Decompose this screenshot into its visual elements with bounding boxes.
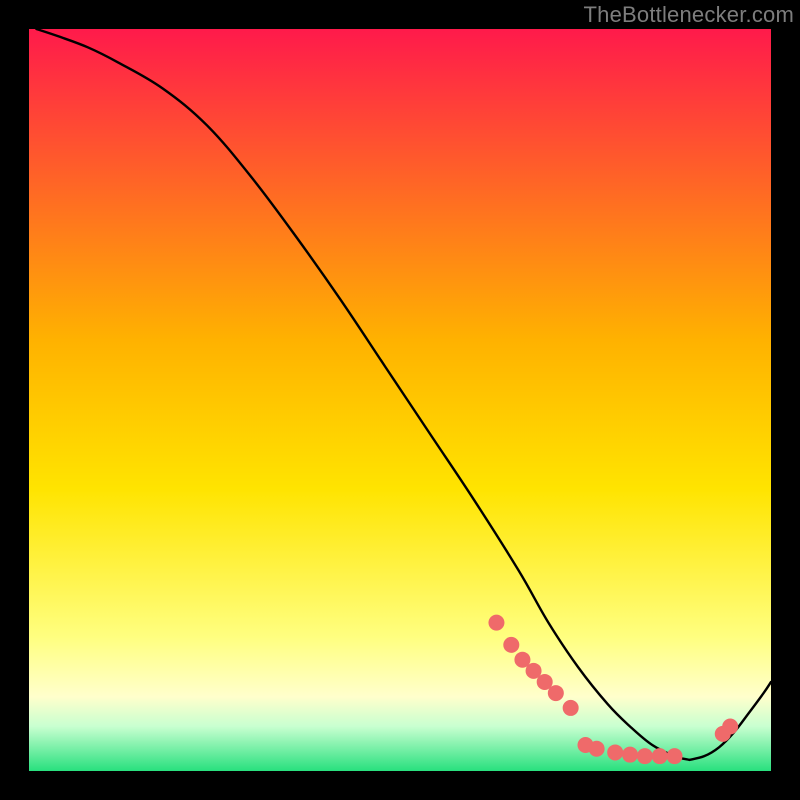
marker-dot (622, 747, 638, 763)
marker-dot (637, 748, 653, 764)
bottleneck-chart (0, 0, 800, 800)
marker-dot (589, 741, 605, 757)
marker-dot (548, 685, 564, 701)
watermark-text: TheBottlenecker.com (584, 2, 794, 28)
chart-frame: TheBottlenecker.com (0, 0, 800, 800)
marker-dot (607, 744, 623, 760)
marker-dot (488, 615, 504, 631)
marker-dot (652, 748, 668, 764)
marker-dot (563, 700, 579, 716)
marker-dot (667, 748, 683, 764)
marker-dot (722, 718, 738, 734)
gradient-panel (29, 29, 771, 771)
marker-dot (503, 637, 519, 653)
